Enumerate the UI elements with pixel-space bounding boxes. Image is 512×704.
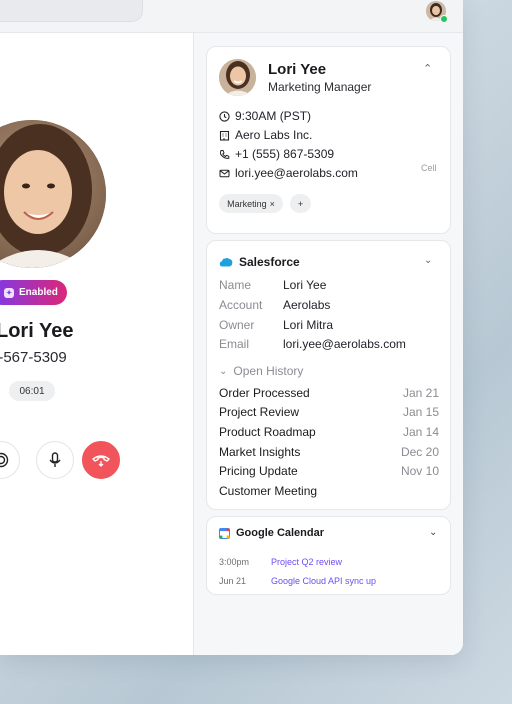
history-item[interactable]: Market Insights Dec 20 [219, 445, 439, 459]
mute-button[interactable] [36, 441, 74, 479]
chevron-down-icon: ⌄ [219, 365, 228, 377]
field-label: Account [219, 298, 263, 312]
field-value: Aerolabs [283, 298, 331, 312]
google-calendar-icon [219, 527, 230, 539]
field-label: Email [219, 337, 250, 351]
end-call-button[interactable] [82, 441, 120, 479]
microphone-icon [49, 452, 61, 467]
contact-name: Lori Yee [268, 61, 327, 78]
field-value: Lori Mitra [283, 318, 334, 332]
event-name[interactable]: Google Cloud API sync up [271, 576, 376, 586]
sf-field-account: Account Aerolabs [219, 298, 330, 312]
field-value[interactable]: lori.yee@aerolabs.com [283, 337, 406, 351]
add-tag-button[interactable]: + [290, 194, 311, 213]
phone-icon [219, 149, 230, 160]
salesforce-header[interactable]: Salesforce [219, 255, 300, 269]
top-bar [0, 0, 463, 33]
contact-time: 9:30AM (PST) [235, 109, 312, 123]
contact-photo-icon [219, 59, 256, 96]
history-date: Jan 15 [402, 405, 439, 419]
history-title: Project Review [219, 405, 300, 419]
contact-title: Marketing Manager [268, 80, 372, 94]
salesforce-title: Salesforce [239, 255, 300, 269]
calendar-title: Google Calendar [236, 527, 325, 539]
history-item[interactable]: Customer Meeting [219, 484, 439, 498]
calendar-chevron-icon[interactable]: ⌄ [429, 527, 437, 538]
collapse-chevron-icon[interactable]: ⌃ [423, 62, 432, 75]
history-title: Customer Meeting [219, 484, 318, 498]
history-title: Pricing Update [219, 464, 298, 478]
caller-photo [0, 120, 106, 268]
remove-tag-icon[interactable]: × [270, 199, 275, 209]
online-status-dot [440, 15, 448, 23]
app-window: ✦ Enabled Lori Yee 5-567-5309 06:01 [0, 0, 463, 655]
sf-field-owner: Owner Lori Mitra [219, 318, 333, 332]
history-title: Order Processed [219, 386, 310, 400]
history-date: Nov 10 [400, 464, 439, 478]
history-title: Product Roadmap [219, 425, 316, 439]
calendar-header[interactable]: Google Calendar [219, 527, 324, 539]
sf-field-email: Email lori.yee@aerolabs.com [219, 337, 406, 351]
phone-type-label: Cell [421, 163, 437, 173]
search-bar[interactable] [0, 0, 143, 22]
contact-avatar [219, 59, 256, 96]
field-label: Owner [219, 318, 255, 332]
history-date: Dec 20 [400, 445, 439, 459]
hang-up-icon [92, 455, 110, 467]
event-time: Jun 21 [219, 576, 247, 586]
google-calendar-card: Google Calendar ⌄ 3:00pm Project Q2 revi… [206, 516, 451, 595]
enabled-badge: ✦ Enabled [0, 280, 67, 305]
salesforce-cloud-icon [219, 258, 233, 267]
history-date: Jan 21 [402, 386, 439, 400]
building-icon [219, 130, 230, 141]
calendar-event[interactable]: 3:00pm Project Q2 review [219, 557, 342, 567]
open-history-label: Open History [233, 364, 304, 378]
salesforce-card: Salesforce ⌄ Name Lori Yee Account Aerol… [206, 240, 451, 510]
caller-phone: 5-567-5309 [0, 349, 67, 366]
record-button[interactable] [0, 441, 20, 479]
ai-icon: ✦ [4, 287, 14, 298]
tag-label: Marketing [227, 198, 267, 209]
history-date: Jan 14 [402, 425, 439, 439]
event-time: 3:00pm [219, 557, 250, 567]
details-pane: Lori Yee Marketing Manager ⌃ 9:30AM (PST… [194, 33, 463, 655]
call-timer: 06:01 [9, 381, 55, 401]
enabled-label: Enabled [19, 287, 58, 298]
caller-name: Lori Yee [0, 320, 74, 342]
mail-icon [219, 168, 230, 179]
contact-time-row: 9:30AM (PST) [219, 109, 311, 123]
open-history-toggle[interactable]: ⌄ Open History [219, 364, 303, 378]
contact-company-row: Aero Labs Inc. [219, 128, 312, 142]
contact-phone[interactable]: +1 (555) 867-5309 [235, 147, 334, 161]
field-value: Lori Yee [283, 278, 327, 292]
contact-card: Lori Yee Marketing Manager ⌃ 9:30AM (PST… [206, 46, 451, 234]
record-icon [0, 452, 9, 468]
caller-portrait-icon [0, 120, 106, 268]
contact-company: Aero Labs Inc. [235, 128, 313, 142]
tag-chip-marketing[interactable]: Marketing × [219, 194, 283, 213]
contact-phone-row[interactable]: +1 (555) 867-5309 [219, 147, 334, 161]
call-pane: ✦ Enabled Lori Yee 5-567-5309 06:01 [0, 33, 194, 655]
history-item[interactable]: Order Processed Jan 21 [219, 386, 439, 400]
history-item[interactable]: Pricing Update Nov 10 [219, 464, 439, 478]
salesforce-chevron-icon[interactable]: ⌄ [424, 255, 432, 266]
contact-email[interactable]: lori.yee@aerolabs.com [235, 166, 358, 180]
history-item[interactable]: Project Review Jan 15 [219, 405, 439, 419]
event-name[interactable]: Project Q2 review [271, 557, 342, 567]
clock-icon [219, 110, 230, 122]
history-title: Market Insights [219, 445, 301, 459]
contact-email-row[interactable]: lori.yee@aerolabs.com [219, 166, 358, 180]
sf-field-name: Name Lori Yee [219, 278, 326, 292]
field-label: Name [219, 278, 252, 292]
history-item[interactable]: Product Roadmap Jan 14 [219, 425, 439, 439]
calendar-event[interactable]: Jun 21 Google Cloud API sync up [219, 576, 376, 586]
